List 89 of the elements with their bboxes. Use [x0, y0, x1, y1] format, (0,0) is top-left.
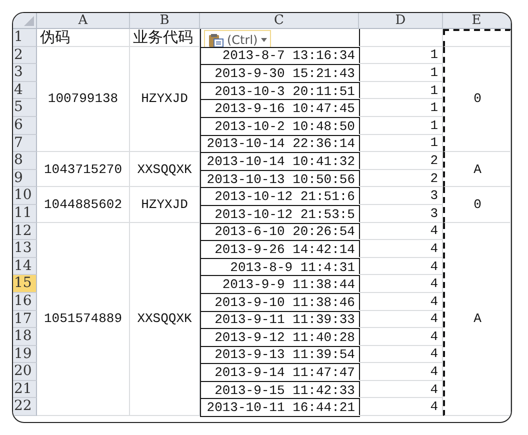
- table-cell: 2013-9-15 11:42:33: [200, 380, 360, 400]
- table-cell: HZYXJD: [130, 187, 200, 223]
- table-cell: 1: [359, 99, 443, 117]
- table-cell: XXSQQXK: [130, 222, 200, 416]
- column-header[interactable]: B: [130, 13, 200, 29]
- row-header[interactable]: 12: [13, 222, 37, 240]
- table-cell: 4: [359, 275, 443, 293]
- table-cell: 2013-10-14 22:36:14: [200, 134, 360, 154]
- row-header[interactable]: 22: [13, 398, 37, 416]
- table-cell: 100799138: [37, 46, 130, 152]
- table-cell: 3: [359, 187, 443, 205]
- table-cell: 2013-10-2 10:48:50: [200, 116, 360, 136]
- table-cell: 4: [359, 328, 443, 346]
- table-cell: 1: [359, 116, 443, 135]
- table-cell: A: [443, 222, 511, 416]
- table-cell: 2013-9-9 11:38:44: [200, 275, 360, 294]
- triangle-icon: [24, 16, 34, 26]
- table-cell: 2013-10-12 21:51:6: [200, 187, 360, 206]
- row-header[interactable]: 6: [13, 116, 37, 135]
- row-header[interactable]: 9: [13, 170, 37, 188]
- empty-cell: [443, 29, 511, 47]
- table-cell: 1: [359, 134, 443, 152]
- row-header[interactable]: 16: [13, 292, 37, 310]
- table-cell: 3: [359, 204, 443, 223]
- table-cell: 2013-10-11 16:44:21: [200, 398, 360, 418]
- row-header[interactable]: 13: [13, 240, 37, 258]
- column-header[interactable]: C: [200, 13, 359, 29]
- table-cell: 2: [359, 170, 443, 188]
- table-cell: 1: [359, 82, 443, 100]
- row-header[interactable]: 15: [13, 275, 37, 293]
- table-cell: 2013-8-9 11:4:31: [200, 258, 360, 276]
- table-cell: 1: [359, 64, 443, 82]
- table-cell: 1051574889: [37, 222, 130, 416]
- table-cell: 2013-8-7 13:16:34: [200, 46, 360, 66]
- table-cell: 4: [359, 363, 443, 381]
- table-cell: 1043715270: [37, 152, 130, 188]
- column-header[interactable]: D: [359, 13, 443, 29]
- table-cell: 4: [359, 398, 443, 416]
- row-header[interactable]: 20: [13, 363, 37, 381]
- table-cell: 2013-9-12 11:40:28: [200, 328, 360, 347]
- row-header[interactable]: 7: [13, 134, 37, 152]
- table-cell: 2013-10-12 21:53:5: [200, 204, 360, 224]
- column-header[interactable]: E: [443, 13, 511, 29]
- table-cell: 2013-9-10 11:38:46: [200, 292, 360, 312]
- table-cell: 2013-10-14 10:41:32: [200, 152, 360, 171]
- table-cell: XXSQQXK: [130, 152, 200, 188]
- row-header[interactable]: 3: [13, 64, 37, 82]
- table-cell: 1: [359, 46, 443, 64]
- row-header[interactable]: 5: [13, 99, 37, 117]
- table-cell: 伪码: [37, 29, 130, 47]
- table-cell: 业务代码: [130, 29, 200, 47]
- table-cell: 1044885602: [37, 187, 130, 223]
- table-cell: 0: [443, 46, 511, 152]
- table-cell: 4: [359, 222, 443, 240]
- table-cell: 2013-9-30 15:21:43: [200, 64, 360, 83]
- table-cell: 2: [359, 152, 443, 170]
- table-cell: A: [443, 152, 511, 188]
- table-cell: 0: [443, 187, 511, 223]
- row-header[interactable]: 18: [13, 328, 37, 346]
- row-header[interactable]: 8: [13, 152, 37, 170]
- row-header[interactable]: 11: [13, 204, 37, 223]
- caret-icon: [260, 38, 267, 42]
- row-header[interactable]: 21: [13, 380, 37, 398]
- table-cell: 2013-10-13 10:50:56: [200, 170, 360, 188]
- table-cell: HZYXJD: [130, 46, 200, 152]
- row-header[interactable]: 17: [13, 310, 37, 328]
- table-cell: 2013-6-10 20:26:54: [200, 222, 360, 242]
- row-header[interactable]: 14: [13, 258, 37, 276]
- clipboard-icon: [208, 32, 224, 47]
- table-cell: 2013-9-11 11:39:33: [200, 310, 360, 330]
- table-cell: 2013-9-16 10:47:45: [200, 99, 360, 118]
- table-cell: 2013-9-26 14:42:14: [200, 240, 360, 259]
- table-cell: 2013-9-14 11:47:47: [200, 363, 360, 382]
- table-cell: 4: [359, 258, 443, 276]
- table-cell: 2013-10-3 20:11:51: [200, 82, 360, 100]
- table-cell: 2013-9-13 11:39:54: [200, 346, 360, 364]
- table-cell: 4: [359, 310, 443, 328]
- paste-options-button[interactable]: (Ctrl): [204, 30, 271, 47]
- table-cell: 4: [359, 346, 443, 364]
- select-all-corner[interactable]: [13, 13, 37, 29]
- row-header[interactable]: 10: [13, 187, 37, 205]
- row-header[interactable]: 19: [13, 346, 37, 364]
- table-cell: 4: [359, 380, 443, 398]
- table-cell: 4: [359, 240, 443, 258]
- column-header[interactable]: A: [37, 13, 130, 29]
- table-cell: 4: [359, 292, 443, 310]
- row-header[interactable]: 1: [13, 29, 37, 47]
- row-header[interactable]: 2: [13, 46, 37, 64]
- row-header[interactable]: 4: [13, 82, 37, 100]
